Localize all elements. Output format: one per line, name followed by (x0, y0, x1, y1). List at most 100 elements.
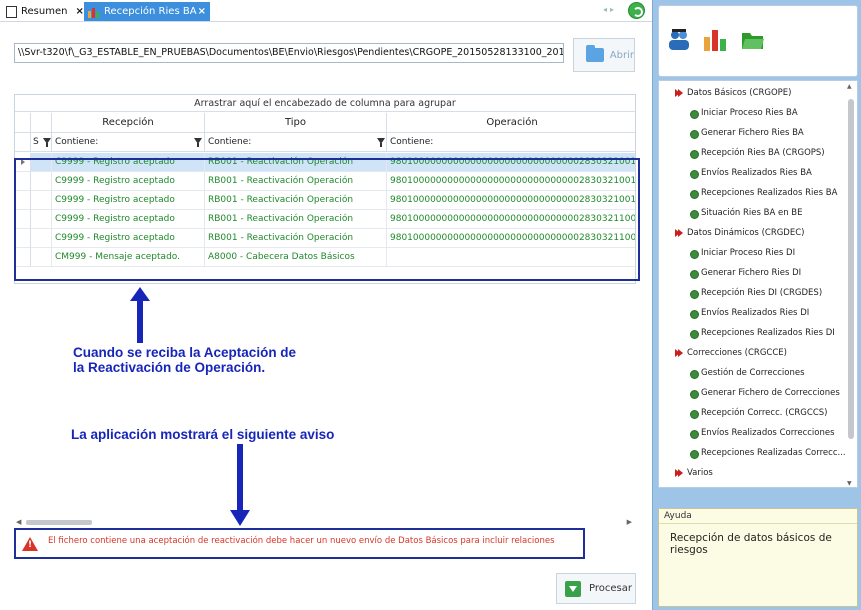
nav-item[interactable]: Generar Fichero Ries BA (659, 123, 804, 143)
column-header-tipo[interactable]: Tipo (205, 113, 387, 133)
filter-operacion[interactable]: Contiene: (387, 133, 635, 152)
annotation-line-1: Cuando se reciba la Aceptación de (73, 345, 297, 360)
nav-item[interactable]: Envíos Realizados Ries DI (659, 303, 809, 323)
nav-item[interactable]: Recepciones Realizados Ries BA (659, 183, 837, 203)
cell-recepcion[interactable]: C9999 - Registro aceptado (52, 153, 205, 172)
close-icon[interactable]: × (198, 6, 206, 17)
filter-icon[interactable] (377, 138, 385, 147)
cell-operacion[interactable]: 9801000000000000000000000000000002830321… (387, 229, 635, 248)
filter-recepcion[interactable]: Contiene: (52, 133, 205, 152)
nav-section[interactable]: Datos Dinámicos (CRGDEC) (659, 223, 804, 243)
nav-item[interactable]: Generar Fichero Ries DI (659, 263, 801, 283)
cell-operacion[interactable]: 9801000000000000000000000000000002830321… (387, 210, 635, 229)
row-indicator[interactable] (15, 153, 31, 172)
scrollbar-thumb[interactable] (848, 99, 854, 439)
table-row[interactable]: C9999 - Registro aceptado RB001 - Reactiv… (15, 229, 635, 248)
nav-section[interactable]: Datos Básicos (CRGOPE) (659, 83, 792, 103)
arrow-up-icon (130, 287, 150, 343)
cell-tipo[interactable]: RB001 - Reactivación Operación (205, 229, 387, 248)
select-cell[interactable] (31, 210, 52, 229)
select-column-header[interactable] (31, 113, 52, 133)
tab-scroll-arrows-icon[interactable]: ◂▸ (603, 5, 617, 14)
nav-item[interactable]: Recepción Incidencias (CRGINS) (659, 483, 837, 487)
select-cell[interactable] (31, 153, 52, 172)
cell-recepcion[interactable]: C9999 - Registro aceptado (52, 191, 205, 210)
bar-chart-icon[interactable] (703, 28, 727, 52)
table-row[interactable]: CM999 - Mensaje aceptado. A8000 - Cabecer… (15, 248, 635, 267)
file-path-input[interactable]: \\Svr-t320\f\_G3_ESTABLE_EN_PRUEBAS\Docu… (14, 43, 564, 63)
nav-item[interactable]: Iniciar Proceso Ries BA (659, 103, 798, 123)
nav-item[interactable]: Envíos Realizados Ries BA (659, 163, 812, 183)
nav-item[interactable]: Envíos Realizados Correcciones (659, 423, 835, 443)
abrir-label: Abrir (609, 49, 634, 61)
cell-recepcion[interactable]: CM999 - Mensaje aceptado. (52, 248, 205, 267)
scroll-left-icon[interactable]: ◀ (16, 518, 21, 526)
filter-row-indicator (15, 133, 31, 152)
nav-item[interactable]: Iniciar Proceso Ries DI (659, 243, 795, 263)
scrollbar-thumb[interactable] (26, 520, 92, 525)
cell-recepcion[interactable]: C9999 - Registro aceptado (52, 172, 205, 191)
filter-icon[interactable] (43, 138, 51, 147)
filter-select[interactable]: S (31, 133, 52, 152)
cell-recepcion[interactable]: C9999 - Registro aceptado (52, 210, 205, 229)
select-cell[interactable] (31, 191, 52, 210)
select-cell[interactable] (31, 248, 52, 267)
refresh-icon[interactable] (628, 2, 645, 19)
nav-item[interactable]: Recepción Correcc. (CRGCCS) (659, 403, 827, 423)
cell-tipo[interactable]: RB001 - Reactivación Operación (205, 191, 387, 210)
nav-item[interactable]: Recepción Ries BA (CRGOPS) (659, 143, 825, 163)
abrir-button[interactable]: Abrir (573, 38, 635, 72)
vertical-scrollbar[interactable]: ▲ ▼ (847, 83, 854, 487)
column-header-recepcion[interactable]: Recepción (52, 113, 205, 133)
warning-icon (22, 537, 38, 551)
arrow-down-icon (230, 444, 250, 526)
cell-operacion[interactable]: 9801000000000000000000000000000002830321… (387, 172, 635, 191)
procesar-button[interactable]: Procesar (556, 573, 636, 604)
nav-item[interactable]: Generar Fichero de Correcciones (659, 383, 840, 403)
group-by-hint[interactable]: Arrastrar aquí el encabezado de columna … (15, 95, 635, 112)
row-indicator[interactable] (15, 248, 31, 267)
tab-resumen[interactable]: Resumen × (2, 2, 96, 21)
nav-section[interactable]: Varios (659, 463, 713, 483)
row-indicator[interactable] (15, 210, 31, 229)
table-row[interactable]: C9999 - Registro aceptado RB001 - Reactiv… (15, 210, 635, 229)
nav-item[interactable]: Recepción Ries DI (CRGDES) (659, 283, 822, 303)
filter-tipo[interactable]: Contiene: (205, 133, 387, 152)
scroll-right-icon[interactable]: ▶ (627, 518, 632, 526)
scroll-down-icon[interactable]: ▼ (847, 480, 852, 487)
help-title: Ayuda (659, 509, 857, 524)
table-row[interactable]: C9999 - Registro aceptado RB001 - Reactiv… (15, 191, 635, 210)
table-row[interactable]: C9999 - Registro aceptado RB001 - Reactiv… (15, 153, 635, 172)
users-icon[interactable] (667, 28, 691, 52)
cell-tipo[interactable]: RB001 - Reactivación Operación (205, 153, 387, 172)
cell-operacion[interactable] (387, 248, 635, 267)
close-icon[interactable]: × (75, 6, 83, 17)
row-indicator[interactable] (15, 229, 31, 248)
help-panel: Ayuda Recepción de datos básicos de ries… (658, 508, 858, 607)
nav-item[interactable]: Recepciones Realizados Ries DI (659, 323, 835, 343)
nav-item[interactable]: Recepciones Realizadas Correcc... (659, 443, 846, 463)
cell-recepcion[interactable]: C9999 - Registro aceptado (52, 229, 205, 248)
filter-row: S Contiene: Contiene: Contiene: (15, 133, 635, 152)
table-row[interactable]: C9999 - Registro aceptado RB001 - Reactiv… (15, 172, 635, 191)
row-indicator-header (15, 113, 31, 133)
folder-open-icon[interactable] (741, 28, 765, 52)
column-header-operacion[interactable]: Operación (387, 113, 635, 133)
scroll-up-icon[interactable]: ▲ (847, 83, 852, 90)
filter-icon[interactable] (194, 138, 202, 147)
nav-item[interactable]: Gestión de Correcciones (659, 363, 805, 383)
tab-recepcion-ries-ba[interactable]: Recepción Ries BA × (84, 2, 210, 21)
select-cell[interactable] (31, 229, 52, 248)
nav-section[interactable]: Correcciones (CRGCCE) (659, 343, 787, 363)
cell-tipo[interactable]: RB001 - Reactivación Operación (205, 172, 387, 191)
row-indicator[interactable] (15, 191, 31, 210)
cell-tipo[interactable]: A8000 - Cabecera Datos Básicos (205, 248, 387, 267)
bar-chart-icon (88, 6, 100, 18)
nav-item[interactable]: Situación Ries BA en BE (659, 203, 803, 223)
cell-tipo[interactable]: RB001 - Reactivación Operación (205, 210, 387, 229)
cell-operacion[interactable]: 9801000000000000000000000000000002830321… (387, 191, 635, 210)
horizontal-scrollbar[interactable]: ◀ ▶ (14, 518, 636, 527)
row-indicator[interactable] (15, 172, 31, 191)
cell-operacion[interactable]: 9801000000000000000000000000000002830321… (387, 153, 635, 172)
select-cell[interactable] (31, 172, 52, 191)
